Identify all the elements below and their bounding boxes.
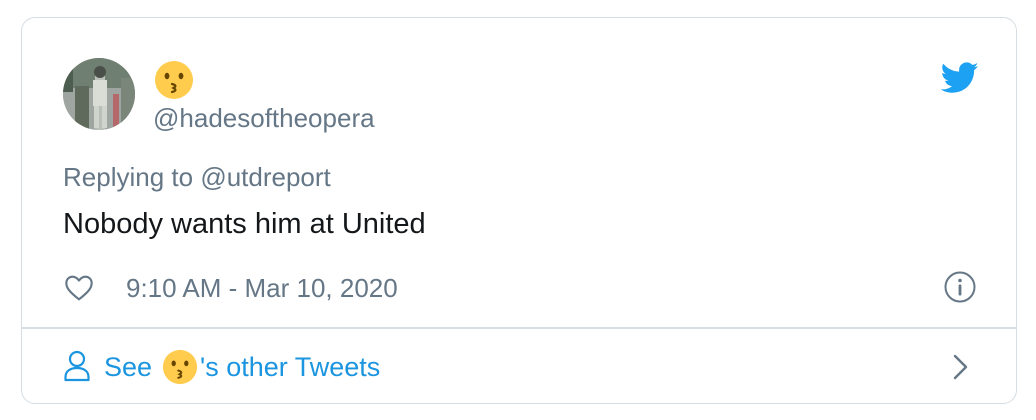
tweet-timestamp[interactable]: 9:10 AM - Mar 10, 2020 — [126, 271, 398, 305]
see-other-tweets-text[interactable]: See 's other Tweets — [104, 349, 380, 385]
user-handle[interactable]: @hadesoftheopera — [153, 102, 375, 134]
tweet-text: Nobody wants him at United — [63, 208, 426, 240]
info-icon[interactable] — [943, 270, 977, 304]
chevron-right-icon[interactable] — [952, 353, 970, 381]
kissing-face-emoji — [154, 60, 194, 100]
heart-icon[interactable] — [63, 272, 95, 304]
user-icon — [63, 350, 91, 382]
twitter-bird-icon[interactable] — [940, 62, 979, 94]
see-label: See — [104, 352, 153, 382]
kissing-face-emoji — [162, 349, 198, 385]
other-tweets-label: 's other Tweets — [200, 352, 381, 382]
replying-to-mention[interactable]: @utdreport — [200, 162, 330, 192]
replying-to-line: Replying to @utdreport — [63, 160, 331, 194]
replying-to-label: Replying to — [63, 162, 194, 192]
embedded-tweet-card[interactable]: @hadesoftheopera Replying to @utdreport … — [21, 17, 1017, 404]
avatar[interactable] — [63, 58, 135, 130]
see-other-tweets-link[interactable]: See 's other Tweets — [22, 329, 1016, 403]
